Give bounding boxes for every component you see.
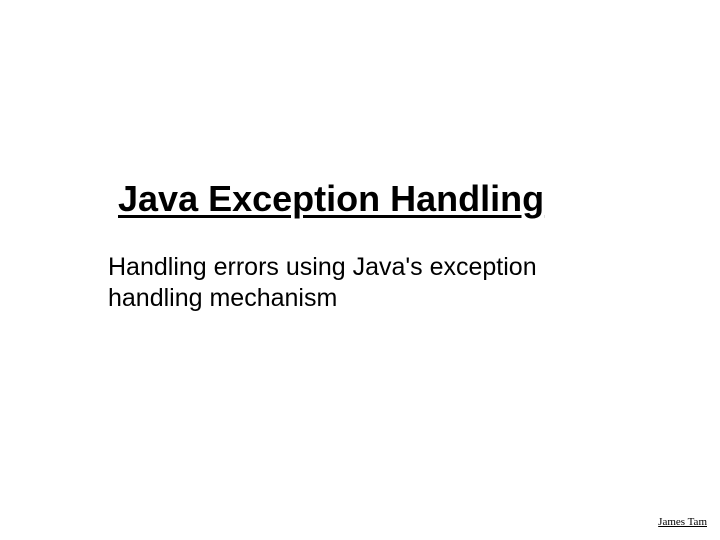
slide-title: Java Exception Handling	[118, 178, 544, 220]
slide-subtitle: Handling errors using Java's exception h…	[108, 252, 618, 315]
slide-container: Java Exception Handling Handling errors …	[0, 0, 720, 540]
author-label: James Tam	[658, 516, 707, 528]
